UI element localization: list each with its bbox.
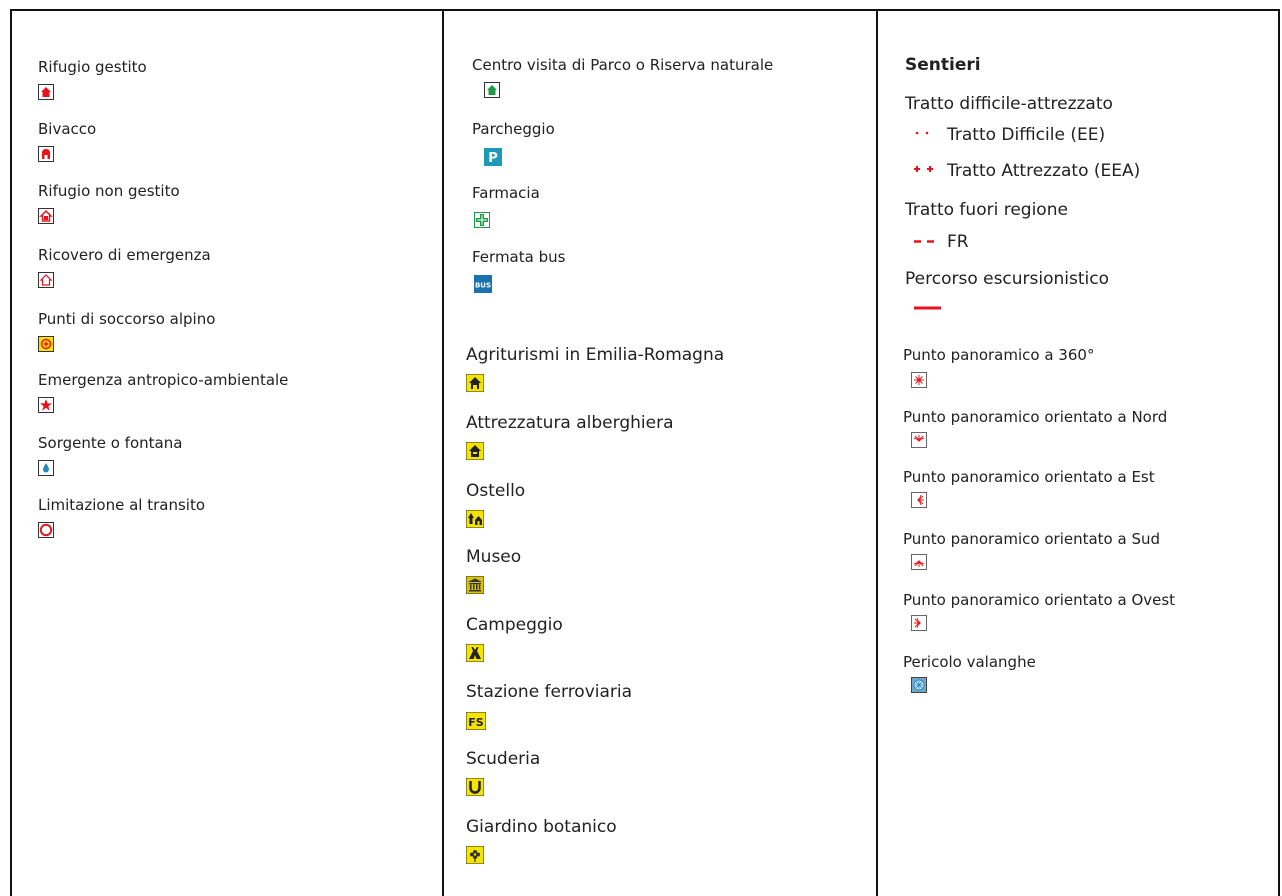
legend-item-fr: FR (913, 232, 969, 252)
legend-item-pericolo-valanghe: Pericolo valanghe (903, 653, 1036, 693)
legend-item-attrezzatura-alberghiera: Attrezzatura alberghiera (466, 413, 674, 460)
panorama-south-icon (911, 554, 927, 570)
museum-icon (466, 576, 484, 594)
legend-label: Campeggio (466, 615, 563, 635)
legend-label: Agriturismi in Emilia-Romagna (466, 345, 725, 365)
camping-tent-icon (466, 644, 484, 662)
flower-icon (466, 846, 484, 864)
legend-item-giardino-botanico: Giardino botanico (466, 817, 617, 864)
legend-item-panorama-est: Punto panoramico orientato a Est (903, 468, 1155, 508)
svg-text:P: P (488, 151, 498, 166)
legend-item-panorama-sud: Punto panoramico orientato a Sud (903, 530, 1161, 570)
legend-item-panorama-360: Punto panoramico a 360° (903, 346, 1095, 388)
legend-label: Bivacco (38, 120, 97, 138)
panorama-east-icon (911, 492, 927, 508)
legend-item-rifugio-non-gestito: Rifugio non gestito (38, 182, 180, 224)
legend-label: Punti di soccorso alpino (38, 310, 216, 328)
panorama-west-icon (911, 615, 927, 631)
legend-item-centro-visita: Centro visita di Parco o Riserva natural… (472, 56, 774, 98)
legend-label: Ricovero di emergenza (38, 246, 211, 264)
legend-item-rifugio-gestito: Rifugio gestito (38, 58, 147, 100)
horseshoe-icon (466, 778, 484, 796)
column-divider-2 (876, 9, 878, 896)
legend-label: Fermata bus (472, 248, 566, 266)
legend-item-emergenza-antropico: Emergenza antropico-ambientale (38, 371, 289, 413)
sentieri-heading: Sentieri (905, 55, 981, 75)
legend-label: Scuderia (466, 749, 541, 769)
legend-item-agriturismi: Agriturismi in Emilia-Romagna (466, 345, 725, 392)
legend-item-tratto-eea: Tratto Attrezzato (EEA) (913, 161, 1140, 181)
tratto-difficile-heading: Tratto difficile-attrezzato (905, 94, 1113, 114)
legend-item-sorgente: Sorgente o fontana (38, 434, 183, 476)
avalanche-snowflake-icon (911, 677, 927, 693)
legend-item-ostello: Ostello (466, 481, 526, 528)
no-transit-circle-icon (38, 522, 54, 538)
legend-item-farmacia: Farmacia (472, 184, 540, 228)
parking-icon: P (484, 148, 502, 166)
rifugio-gestito-icon (38, 84, 54, 100)
legend-label: Farmacia (472, 184, 540, 202)
legend-label: Museo (466, 547, 522, 567)
legend-item-scuderia: Scuderia (466, 749, 541, 796)
legend-label: FR (947, 232, 969, 252)
legend-label: Limitazione al transito (38, 496, 206, 514)
bivacco-icon (38, 146, 54, 162)
hotel-icon (466, 442, 484, 460)
legend-label: Centro visita di Parco o Riserva natural… (472, 56, 774, 74)
soccorso-alpino-icon (38, 336, 54, 352)
panorama-360-icon (911, 372, 927, 388)
legend-item-parcheggio: Parcheggio P (472, 120, 555, 166)
percorso-heading: Percorso escursionistico (905, 269, 1110, 289)
legend-label: Rifugio gestito (38, 58, 147, 76)
legend-label: Tratto Difficile (EE) (947, 125, 1106, 145)
legend-item-tratto-ee: Tratto Difficile (EE) (913, 125, 1105, 145)
water-drop-icon (38, 460, 54, 476)
dotted-red-line-icon (913, 127, 947, 143)
legend-item-campeggio: Campeggio (466, 615, 563, 662)
legend-label: Punto panoramico orientato a Est (903, 468, 1155, 486)
legend-label: Attrezzatura alberghiera (466, 413, 674, 433)
legend-label: Tratto Attrezzato (EEA) (947, 161, 1141, 181)
legend-item-stazione-ferroviaria: Stazione ferroviaria FS (466, 682, 633, 730)
pharmacy-cross-icon (474, 212, 490, 228)
legend-label: Punto panoramico a 360° (903, 346, 1095, 364)
cross-red-line-icon (913, 163, 947, 179)
legend-label: Parcheggio (472, 120, 555, 138)
dashed-red-line-icon (913, 234, 947, 250)
legend-item-museo: Museo (466, 547, 522, 594)
legend-label: Rifugio non gestito (38, 182, 180, 200)
legend-item-limitazione: Limitazione al transito (38, 496, 206, 538)
legend-label: Punto panoramico orientato a Ovest (903, 591, 1176, 609)
legend-item-ricovero-emergenza: Ricovero di emergenza (38, 246, 211, 288)
bus-stop-icon: BUS (474, 275, 492, 293)
ricovero-emergenza-icon (38, 272, 54, 288)
rifugio-non-gestito-icon (38, 208, 54, 224)
svg-text:FS: FS (468, 716, 484, 729)
centro-visita-icon (484, 82, 500, 98)
legend-label: Emergenza antropico-ambientale (38, 371, 289, 389)
legend-label: Giardino botanico (466, 817, 617, 837)
legend-label: Sorgente o fontana (38, 434, 183, 452)
solid-red-line-icon (913, 300, 943, 320)
legend-item-bivacco: Bivacco (38, 120, 97, 162)
legend-item-panorama-nord: Punto panoramico orientato a Nord (903, 408, 1168, 448)
svg-text:BUS: BUS (475, 282, 491, 290)
hostel-icon (466, 510, 484, 528)
legend-label: Stazione ferroviaria (466, 682, 633, 702)
emergenza-star-icon (38, 397, 54, 413)
agriturismo-icon (466, 374, 484, 392)
panorama-north-icon (911, 432, 927, 448)
legend-item-soccorso-alpino: Punti di soccorso alpino (38, 310, 216, 352)
fuori-regione-heading: Tratto fuori regione (905, 200, 1068, 220)
legend-label: Punto panoramico orientato a Nord (903, 408, 1168, 426)
column-divider-1 (442, 9, 444, 896)
legend-label: Pericolo valanghe (903, 653, 1036, 671)
railway-station-icon: FS (466, 712, 486, 730)
legend-label: Ostello (466, 481, 526, 501)
legend-label: Punto panoramico orientato a Sud (903, 530, 1161, 548)
legend-item-panorama-ovest: Punto panoramico orientato a Ovest (903, 591, 1176, 631)
legend-item-fermata-bus: Fermata bus BUS (472, 248, 566, 293)
